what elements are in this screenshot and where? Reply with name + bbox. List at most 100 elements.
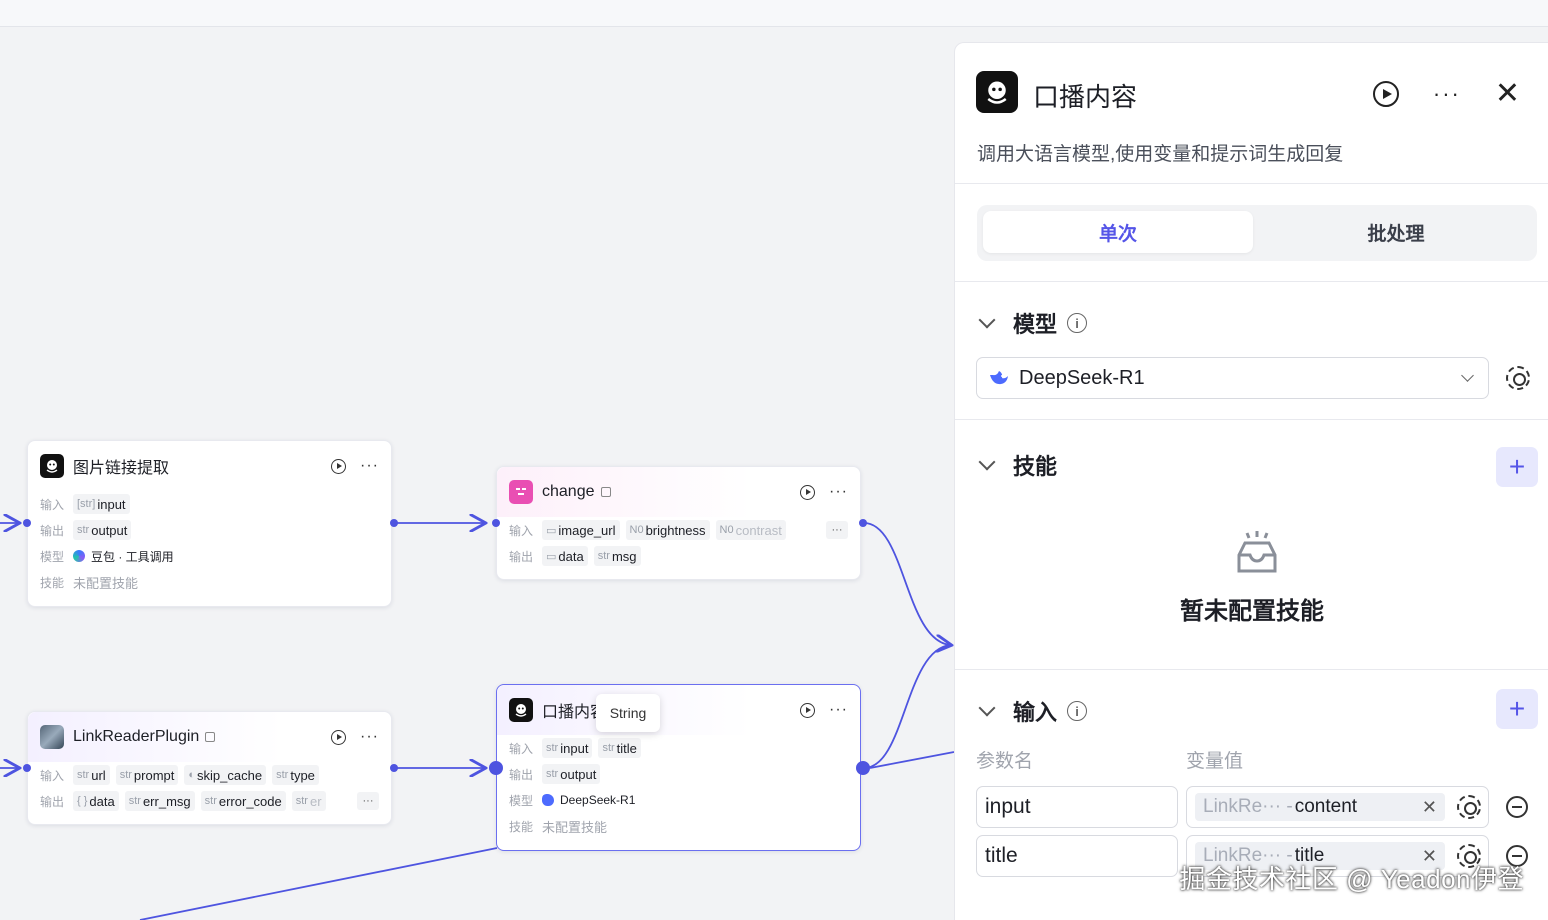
port-broadcast-out[interactable] <box>856 761 870 775</box>
var-value-header: 变量值 <box>1186 751 1244 772</box>
port-image-link-in[interactable] <box>23 519 31 527</box>
close-icon[interactable]: ✕ <box>1422 797 1437 818</box>
divider <box>955 183 1548 184</box>
node-inputs-row: 输入 str url str prompt ◐ skip_cache str type <box>28 762 391 788</box>
more-icon[interactable]: ··· <box>360 458 379 474</box>
node-change[interactable]: change ··· 输入 ▭ image_url N0 brightness N0… <box>496 466 861 580</box>
code-icon <box>509 480 533 504</box>
model-select[interactable]: DeepSeek-R1 <box>976 357 1489 399</box>
skill-section-header[interactable]: 技能 <box>978 449 1058 481</box>
more-icon[interactable]: ··· <box>829 702 848 718</box>
more-icon[interactable]: ··· <box>1433 83 1461 105</box>
chevron-down-icon <box>978 311 996 329</box>
run-icon[interactable] <box>800 702 816 718</box>
node-inputs-row: 输入 str input str title <box>497 735 860 761</box>
input-label: 输入 <box>509 741 534 756</box>
param-tag: str msg <box>593 546 641 566</box>
output-label: 输出 <box>40 523 65 538</box>
param-tag: str type <box>272 765 319 785</box>
input-label: 输入 <box>40 768 65 783</box>
more-params-button[interactable]: ··· <box>357 792 379 810</box>
port-change-out[interactable] <box>859 519 867 527</box>
model-settings-gear-icon[interactable] <box>1506 366 1530 390</box>
var-settings-gear-icon[interactable] <box>1457 795 1481 819</box>
node-header: 口播内容 ··· <box>497 685 860 735</box>
section-title: 技能 <box>1013 454 1058 479</box>
tab-batch[interactable]: 批处理 <box>1261 211 1531 253</box>
node-outputs-row: 输出 str output <box>28 517 391 543</box>
param-tag: str err_msg <box>124 791 195 811</box>
param-tag: N0 contrast <box>715 520 786 540</box>
node-model-row: 模型 DeepSeek-R1 <box>497 787 860 813</box>
mode-tabs: 单次 批处理 <box>977 205 1537 261</box>
skill-label: 技能 <box>40 575 65 590</box>
param-name-field[interactable]: title <box>976 835 1178 877</box>
run-icon[interactable] <box>331 729 347 745</box>
run-icon[interactable] <box>331 458 347 474</box>
port-change-in[interactable] <box>492 519 500 527</box>
model-label: 模型 <box>509 793 534 808</box>
skill-empty-text: 暂未配置技能 <box>1180 598 1324 625</box>
edge-change-to-panel <box>863 522 950 645</box>
node-model-row: 模型 豆包 · 工具调用 <box>28 543 391 569</box>
node-title: 图片链接提取 <box>73 460 170 477</box>
llm-icon <box>509 698 533 722</box>
var-value-field[interactable]: LinkRe··· - content ✕ <box>1186 786 1489 828</box>
param-tag: N0 brightness <box>625 520 710 540</box>
node-image-link[interactable]: 图片链接提取 ··· 输入 [str] input 输出 str output 模型… <box>27 440 392 607</box>
input-section-header[interactable]: 输入 i <box>978 695 1088 727</box>
param-name-field[interactable]: input <box>976 786 1178 828</box>
node-title: LinkReaderPlugin <box>73 728 200 745</box>
info-icon[interactable]: i <box>1067 313 1088 333</box>
close-icon[interactable]: ✕ <box>1495 79 1520 109</box>
run-icon[interactable] <box>1372 81 1399 107</box>
param-tag: [str] input <box>73 494 130 514</box>
info-icon[interactable]: i <box>1067 701 1088 721</box>
port-image-link-out[interactable] <box>390 519 398 527</box>
node-header: 图片链接提取 ··· <box>28 441 391 491</box>
panel-description: 调用大语言模型,使用变量和提示词生成回复 <box>977 144 1344 165</box>
more-icon[interactable]: ··· <box>829 484 848 500</box>
node-link-reader[interactable]: LinkReaderPlugin ··· 输入 str url str prompt… <box>27 711 392 825</box>
tab-single[interactable]: 单次 <box>983 211 1253 253</box>
param-tag: ▭ data <box>542 546 588 566</box>
var-chip: LinkRe··· - content ✕ <box>1195 793 1445 821</box>
skill-value: 未配置技能 <box>542 819 608 835</box>
chevron-down-icon <box>978 453 996 471</box>
remove-param-icon[interactable] <box>1506 796 1528 818</box>
add-skill-button[interactable]: + <box>1496 447 1538 487</box>
param-tag: ◐ skip_cache <box>184 765 267 785</box>
section-title: 模型 <box>1013 312 1058 337</box>
model-value: DeepSeek-R1 <box>1019 366 1145 389</box>
edge-broadcast-to-panel-a <box>863 644 951 769</box>
output-label: 输出 <box>40 794 65 809</box>
plugin-icon <box>205 732 216 742</box>
node-header: LinkReaderPlugin ··· <box>28 712 391 762</box>
more-icon[interactable]: ··· <box>360 729 379 745</box>
node-broadcast[interactable]: 口播内容 ··· 输入 str input str title 输出 str outp… <box>496 684 861 851</box>
input-label: 输入 <box>509 523 534 538</box>
param-name-header: 参数名 <box>976 751 1034 772</box>
node-outputs-row: 输出 { } data str err_msg str error_code str e… <box>28 788 391 814</box>
model-section-header[interactable]: 模型 i <box>978 307 1088 339</box>
node-inputs-row: 输入 ▭ image_url N0 brightness N0 contrast ··… <box>497 517 860 543</box>
node-skill-row: 技能 未配置技能 <box>28 569 391 595</box>
port-link-reader-in[interactable] <box>23 764 31 772</box>
empty-box-icon <box>1237 531 1277 573</box>
more-params-button[interactable]: ··· <box>826 521 848 539</box>
param-tag: ▭ image_url <box>542 520 620 540</box>
skill-value: 未配置技能 <box>73 575 139 591</box>
node-outputs-row: 输出 str output <box>497 761 860 787</box>
output-label: 输出 <box>509 549 534 564</box>
port-link-reader-out[interactable] <box>390 764 398 772</box>
node-title: change <box>542 483 595 500</box>
run-icon[interactable] <box>800 484 816 500</box>
panel-title[interactable]: 口播内容 <box>1033 77 1137 114</box>
port-broadcast-in[interactable] <box>489 761 503 775</box>
add-input-button[interactable]: + <box>1496 689 1538 729</box>
watermark: 掘金技术社区 @ Yeadon伊登 <box>1179 864 1524 894</box>
param-tag: str prompt <box>115 765 179 785</box>
model-name: DeepSeek-R1 <box>560 793 636 807</box>
plugin-icon <box>600 487 611 497</box>
type-tooltip: String <box>596 694 660 732</box>
